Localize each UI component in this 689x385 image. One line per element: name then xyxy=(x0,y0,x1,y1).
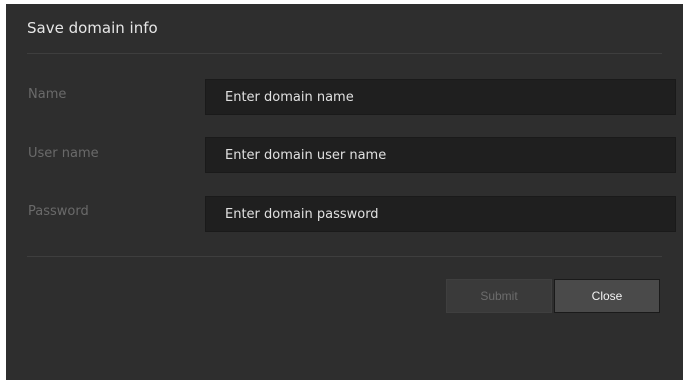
domain-password-input[interactable] xyxy=(205,196,676,232)
domain-name-input[interactable] xyxy=(205,79,676,115)
close-button[interactable]: Close xyxy=(554,279,660,313)
user-name-label: User name xyxy=(28,146,99,161)
footer-divider xyxy=(27,256,662,257)
save-domain-dialog: Save domain info Name User name Password… xyxy=(6,4,683,380)
name-label: Name xyxy=(28,87,67,102)
dialog-title: Save domain info xyxy=(27,19,158,37)
password-label: Password xyxy=(28,204,89,219)
submit-button[interactable]: Submit xyxy=(446,279,552,313)
header-divider xyxy=(27,53,662,54)
domain-user-name-input[interactable] xyxy=(205,137,676,173)
